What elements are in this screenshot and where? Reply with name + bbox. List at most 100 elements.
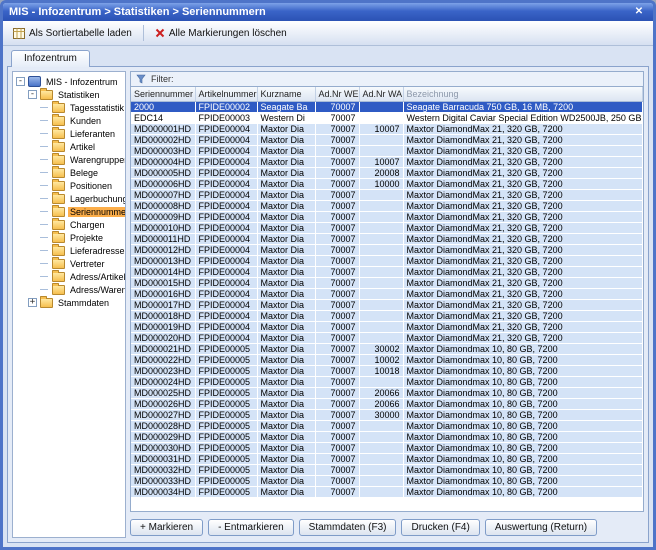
tree-expander-icon[interactable]: [40, 181, 49, 190]
tree-item[interactable]: Projekte: [13, 231, 125, 244]
table-row[interactable]: MD000018HD FPIDE00004 Maxtor Dia 70007 M…: [131, 310, 643, 321]
table-row[interactable]: MD000012HD FPIDE00004 Maxtor Dia 70007 M…: [131, 244, 643, 255]
table-row[interactable]: MD000021HD FPIDE00005 Maxtor Dia 70007 3…: [131, 343, 643, 354]
column-header[interactable]: Bezeichnung: [403, 87, 643, 101]
tree-item[interactable]: Lieferadressen: [13, 244, 125, 257]
table-row[interactable]: MD000031HD FPIDE00005 Maxtor Dia 70007 M…: [131, 453, 643, 464]
entmarkieren-button[interactable]: - Entmarkieren: [208, 519, 294, 536]
tree-expander-icon[interactable]: [40, 207, 49, 216]
tree-item[interactable]: - MIS - Infozentrum: [13, 75, 125, 88]
clear-marks-button[interactable]: Alle Markierungen löschen: [151, 26, 291, 41]
table-row[interactable]: MD000033HD FPIDE00005 Maxtor Dia 70007 M…: [131, 475, 643, 486]
tree-item[interactable]: Lieferanten: [13, 127, 125, 140]
tab-infozentrum[interactable]: Infozentrum: [11, 50, 90, 67]
stammdaten-button[interactable]: Stammdaten (F3): [299, 519, 397, 536]
column-header[interactable]: Kurzname: [257, 87, 315, 101]
tree-item[interactable]: Lagerbuchungen: [13, 192, 125, 205]
tree-item[interactable]: Belege: [13, 166, 125, 179]
tree-expander-icon[interactable]: [40, 246, 49, 255]
table-row[interactable]: MD000026HD FPIDE00005 Maxtor Dia 70007 2…: [131, 398, 643, 409]
column-header[interactable]: Seriennummer: [131, 87, 195, 101]
cell-bezeichnung: Maxtor DiamondMax 21, 320 GB, 7200: [403, 156, 643, 167]
tree-expander-icon[interactable]: [40, 272, 49, 281]
tree-expander-icon[interactable]: [40, 103, 49, 112]
table-row[interactable]: MD000007HD FPIDE00004 Maxtor Dia 70007 M…: [131, 189, 643, 200]
table-row[interactable]: MD000006HD FPIDE00004 Maxtor Dia 70007 1…: [131, 178, 643, 189]
table-row[interactable]: MD000028HD FPIDE00005 Maxtor Dia 70007 M…: [131, 420, 643, 431]
table-row[interactable]: MD000034HD FPIDE00005 Maxtor Dia 70007 M…: [131, 486, 643, 497]
cell-bezeichnung: Maxtor DiamondMax 21, 320 GB, 7200: [403, 310, 643, 321]
tree-item[interactable]: - Statistiken: [13, 88, 125, 101]
cell-seriennummer: MD000024HD: [131, 376, 195, 387]
tree-expander-icon[interactable]: [40, 155, 49, 164]
cell-adnr-we: 70007: [315, 398, 359, 409]
tree-expander-icon[interactable]: -: [16, 77, 25, 86]
tree-expander-icon[interactable]: [40, 220, 49, 229]
table-row[interactable]: MD000015HD FPIDE00004 Maxtor Dia 70007 M…: [131, 277, 643, 288]
table-row[interactable]: MD000029HD FPIDE00005 Maxtor Dia 70007 M…: [131, 431, 643, 442]
tree-item[interactable]: Seriennummern: [13, 205, 125, 218]
drucken-button[interactable]: Drucken (F4): [401, 519, 479, 536]
table-row[interactable]: MD000002HD FPIDE00004 Maxtor Dia 70007 M…: [131, 134, 643, 145]
column-header[interactable]: Ad.Nr WA: [359, 87, 403, 101]
tree-expander-icon[interactable]: [40, 129, 49, 138]
markieren-button[interactable]: + Markieren: [130, 519, 203, 536]
table-row[interactable]: MD000032HD FPIDE00005 Maxtor Dia 70007 M…: [131, 464, 643, 475]
tree-expander-icon[interactable]: [40, 259, 49, 268]
tree-item[interactable]: Vertreter: [13, 257, 125, 270]
tree-item-label: Lagerbuchungen: [68, 194, 126, 204]
cell-adnr-wa: [359, 145, 403, 156]
tree-expander-icon[interactable]: [40, 142, 49, 151]
tree-expander-icon[interactable]: [40, 285, 49, 294]
cell-kurzname: Maxtor Dia: [257, 222, 315, 233]
table-row[interactable]: MD000003HD FPIDE00004 Maxtor Dia 70007 M…: [131, 145, 643, 156]
tree-expander-icon[interactable]: [40, 168, 49, 177]
table-row[interactable]: MD000025HD FPIDE00005 Maxtor Dia 70007 2…: [131, 387, 643, 398]
table-row[interactable]: MD000022HD FPIDE00005 Maxtor Dia 70007 1…: [131, 354, 643, 365]
tree-item[interactable]: Warengruppen: [13, 153, 125, 166]
table-row[interactable]: MD000016HD FPIDE00004 Maxtor Dia 70007 M…: [131, 288, 643, 299]
table-row[interactable]: MD000020HD FPIDE00004 Maxtor Dia 70007 M…: [131, 332, 643, 343]
cell-adnr-we: 70007: [315, 211, 359, 222]
tree-item[interactable]: Kunden: [13, 114, 125, 127]
table-row[interactable]: MD000027HD FPIDE00005 Maxtor Dia 70007 3…: [131, 409, 643, 420]
tree-item[interactable]: + Stammdaten: [13, 296, 125, 309]
table-row[interactable]: MD000017HD FPIDE00004 Maxtor Dia 70007 M…: [131, 299, 643, 310]
table-row[interactable]: MD000013HD FPIDE00004 Maxtor Dia 70007 M…: [131, 255, 643, 266]
table-row[interactable]: MD000008HD FPIDE00004 Maxtor Dia 70007 M…: [131, 200, 643, 211]
cell-artikelnummer: FPIDE00005: [195, 376, 257, 387]
cell-adnr-wa: 30000: [359, 409, 403, 420]
tree-expander-icon[interactable]: [40, 116, 49, 125]
table-row[interactable]: MD000014HD FPIDE00004 Maxtor Dia 70007 M…: [131, 266, 643, 277]
table-row[interactable]: MD000019HD FPIDE00004 Maxtor Dia 70007 M…: [131, 321, 643, 332]
table-row[interactable]: MD000010HD FPIDE00004 Maxtor Dia 70007 M…: [131, 222, 643, 233]
table-row[interactable]: MD000009HD FPIDE00004 Maxtor Dia 70007 M…: [131, 211, 643, 222]
column-header[interactable]: Artikelnummer: [195, 87, 257, 101]
column-header[interactable]: Ad.Nr WE: [315, 87, 359, 101]
table-row[interactable]: MD000005HD FPIDE00004 Maxtor Dia 70007 2…: [131, 167, 643, 178]
table-row[interactable]: MD000023HD FPIDE00005 Maxtor Dia 70007 1…: [131, 365, 643, 376]
tree-item-label: Adress/Warengruppen: [68, 285, 126, 295]
tree-item[interactable]: Adress/Warengruppen: [13, 283, 125, 296]
table-row[interactable]: MD000011HD FPIDE00004 Maxtor Dia 70007 M…: [131, 233, 643, 244]
tree-item[interactable]: Chargen: [13, 218, 125, 231]
tree-expander-icon[interactable]: [40, 194, 49, 203]
table-row[interactable]: MD000001HD FPIDE00004 Maxtor Dia 70007 1…: [131, 123, 643, 134]
table-row[interactable]: 2000 FPIDE00002 Seagate Ba 70007 Seagate…: [131, 101, 643, 112]
table-row[interactable]: MD000024HD FPIDE00005 Maxtor Dia 70007 M…: [131, 376, 643, 387]
tree-item[interactable]: Tagesstatistik: [13, 101, 125, 114]
table-row[interactable]: EDC14 FPIDE00003 Western Di 70007 Wester…: [131, 112, 643, 123]
tree-item[interactable]: Adress/Artikel: [13, 270, 125, 283]
tree-expander-icon[interactable]: +: [28, 298, 37, 307]
tree-item[interactable]: Artikel: [13, 140, 125, 153]
tree-item[interactable]: Positionen: [13, 179, 125, 192]
tree-expander-icon[interactable]: [40, 233, 49, 242]
table-row[interactable]: MD000030HD FPIDE00005 Maxtor Dia 70007 M…: [131, 442, 643, 453]
load-sort-table-button[interactable]: Als Sortiertabelle laden: [9, 26, 136, 41]
tree-expander-icon[interactable]: -: [28, 90, 37, 99]
auswertung-button[interactable]: Auswertung (Return): [485, 519, 597, 536]
table-row[interactable]: MD000004HD FPIDE00004 Maxtor Dia 70007 1…: [131, 156, 643, 167]
cell-artikelnummer: FPIDE00005: [195, 486, 257, 497]
cell-bezeichnung: Maxtor DiamondMax 21, 320 GB, 7200: [403, 200, 643, 211]
close-button[interactable]: ✕: [631, 5, 647, 19]
